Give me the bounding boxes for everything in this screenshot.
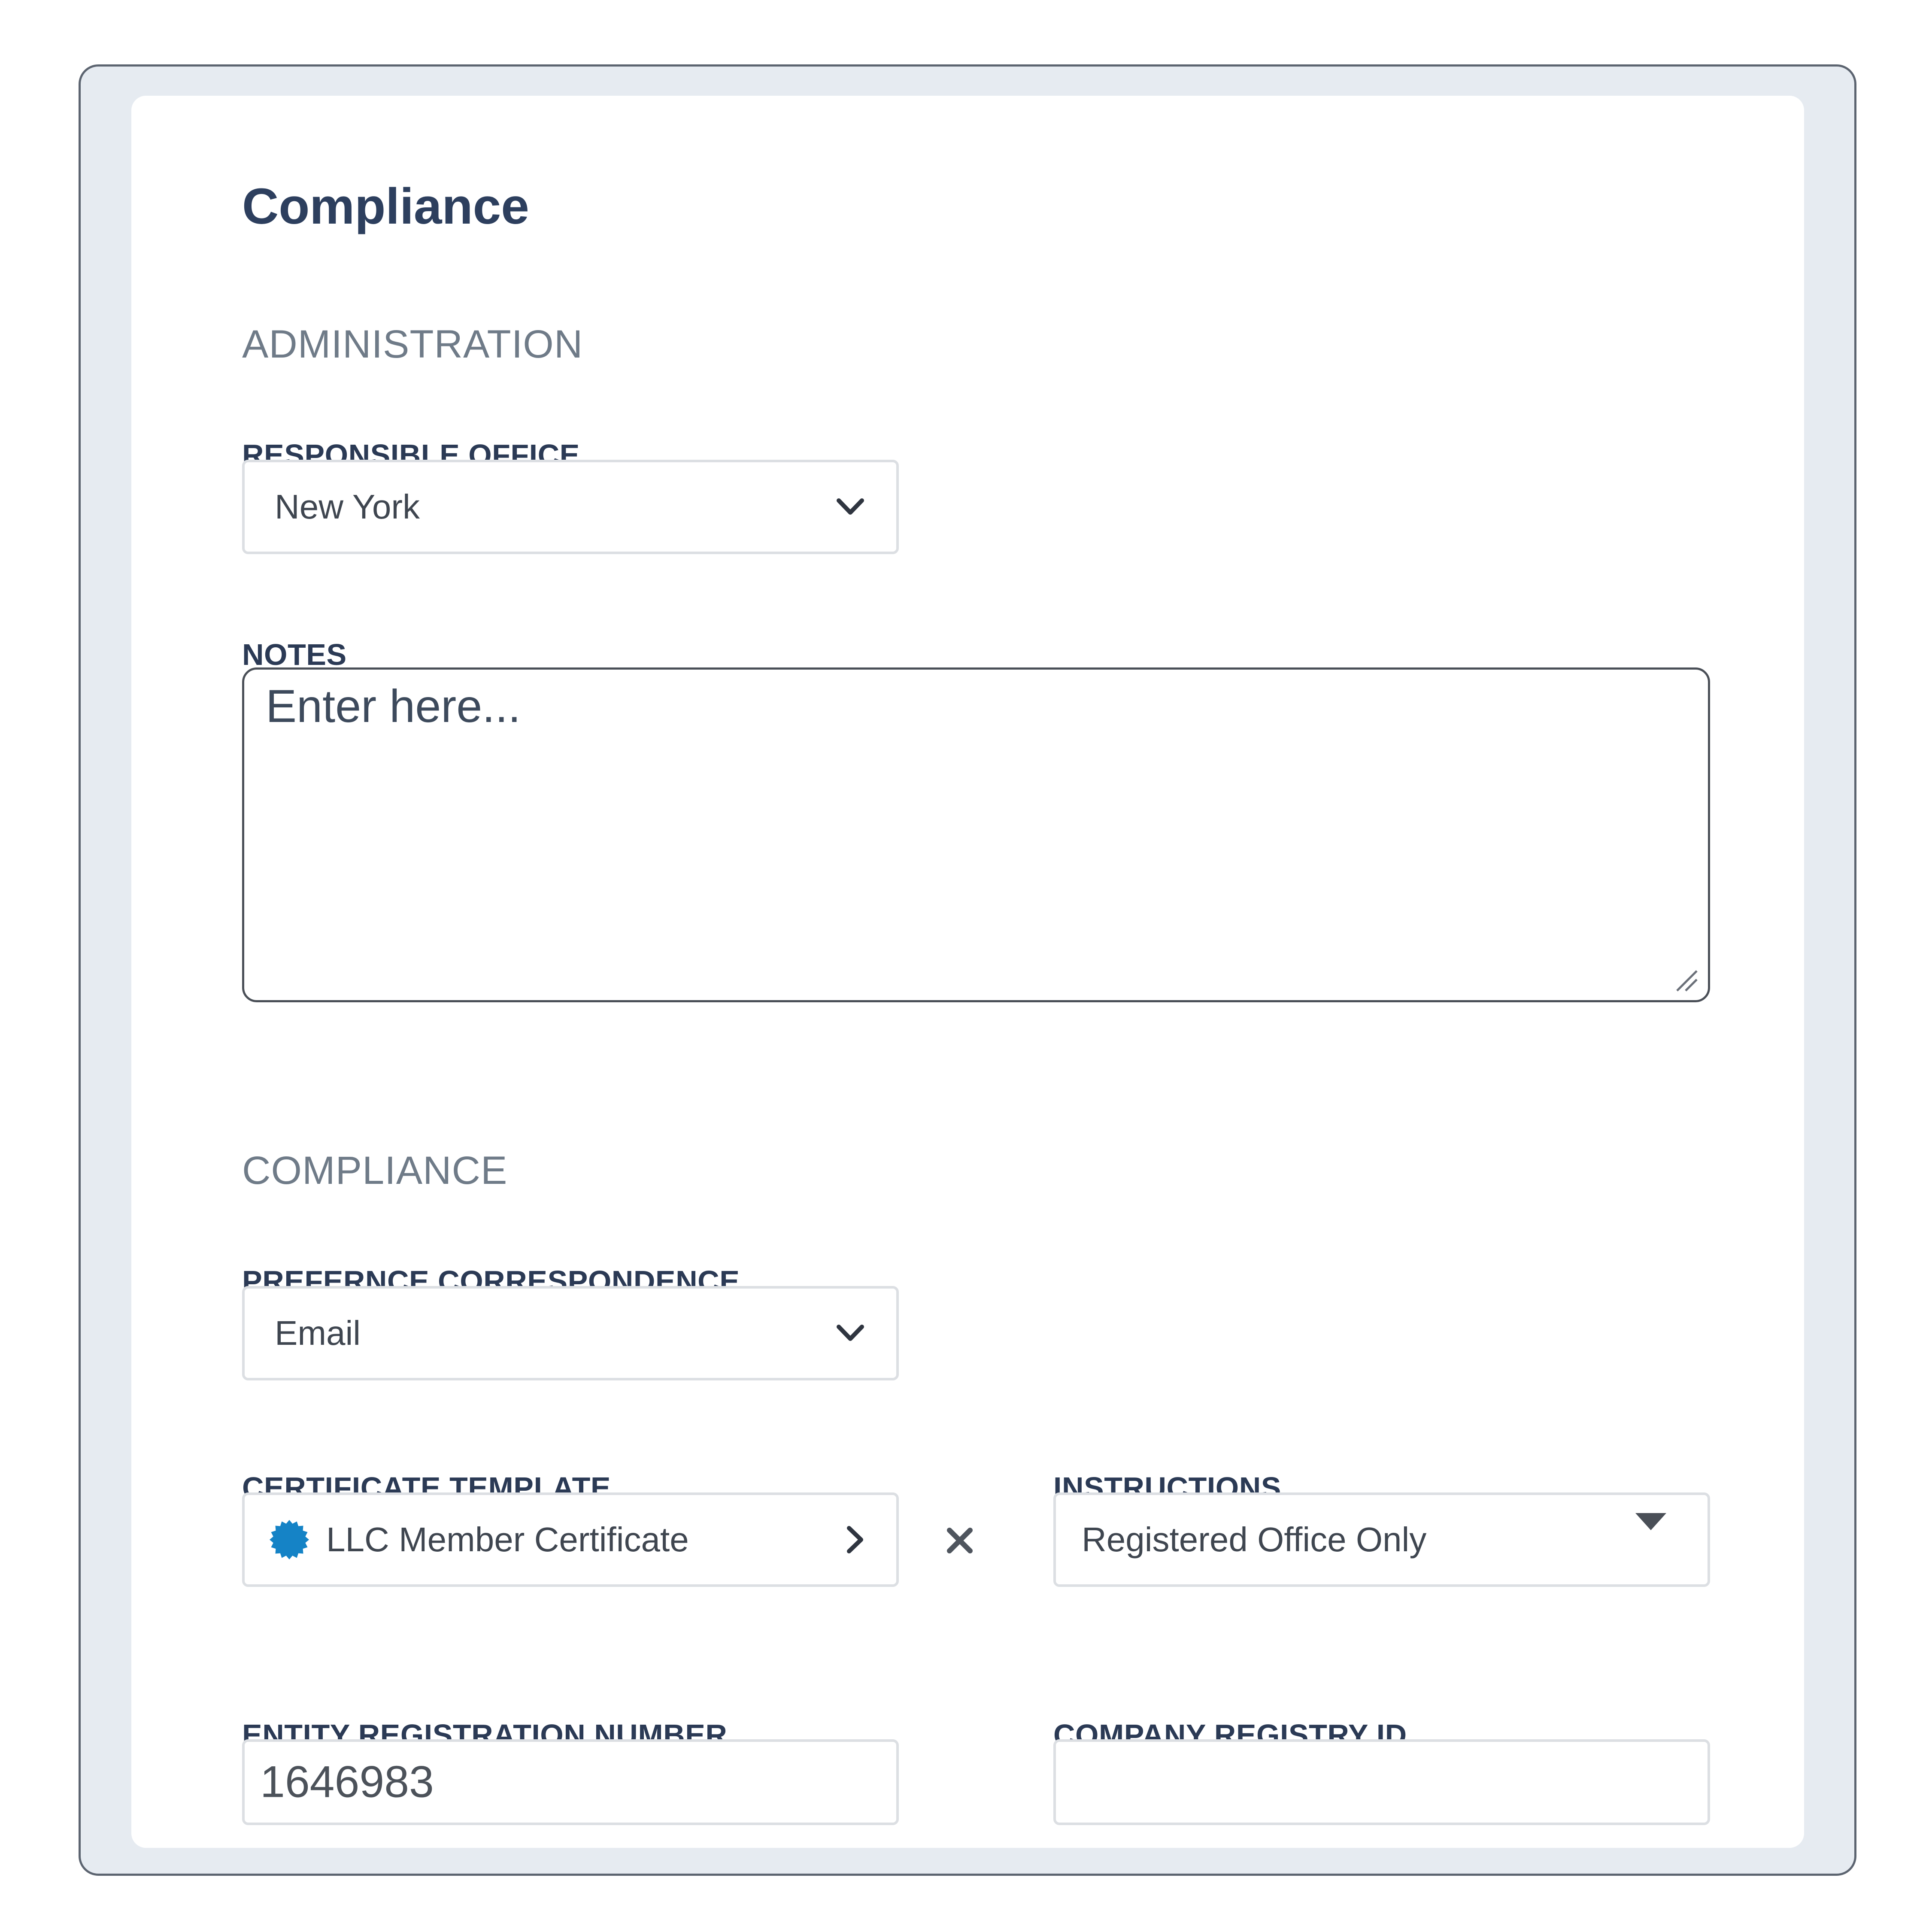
caret-down-icon bbox=[1635, 1513, 1666, 1530]
notes-placeholder: Enter here... bbox=[266, 680, 521, 732]
section-title-administration: ADMINISTRATION bbox=[242, 322, 583, 366]
resize-handle-icon[interactable] bbox=[1674, 968, 1699, 993]
seal-badge-icon bbox=[270, 1520, 309, 1559]
entity-registration-number-value: 1646983 bbox=[260, 1757, 434, 1807]
instructions-select[interactable]: Registered Office Only bbox=[1053, 1492, 1710, 1587]
form-card: Compliance ADMINISTRATION RESPONSIBLE OF… bbox=[131, 96, 1804, 1848]
clear-icon[interactable] bbox=[946, 1527, 974, 1554]
chevron-down-icon bbox=[837, 498, 864, 515]
certificate-template-value: LLC Member Certificate bbox=[326, 1520, 689, 1559]
notes-label: NOTES bbox=[242, 638, 347, 671]
section-title-compliance: COMPLIANCE bbox=[242, 1149, 508, 1192]
entity-registration-number-input[interactable]: 1646983 bbox=[242, 1739, 899, 1825]
preference-correspondence-value: Email bbox=[275, 1314, 361, 1352]
form-frame: Compliance ADMINISTRATION RESPONSIBLE OF… bbox=[79, 64, 1856, 1876]
company-registry-id-input[interactable] bbox=[1053, 1739, 1710, 1825]
page-title: Compliance bbox=[242, 178, 529, 235]
responsible-office-select[interactable]: New York bbox=[242, 460, 899, 554]
responsible-office-value: New York bbox=[275, 488, 420, 526]
instructions-value: Registered Office Only bbox=[1082, 1520, 1427, 1559]
chevron-right-icon bbox=[847, 1526, 863, 1553]
notes-textarea[interactable]: Enter here... bbox=[242, 667, 1710, 1002]
certificate-template-picker[interactable]: LLC Member Certificate bbox=[242, 1492, 899, 1587]
chevron-down-icon bbox=[837, 1325, 864, 1341]
preference-correspondence-select[interactable]: Email bbox=[242, 1286, 899, 1380]
